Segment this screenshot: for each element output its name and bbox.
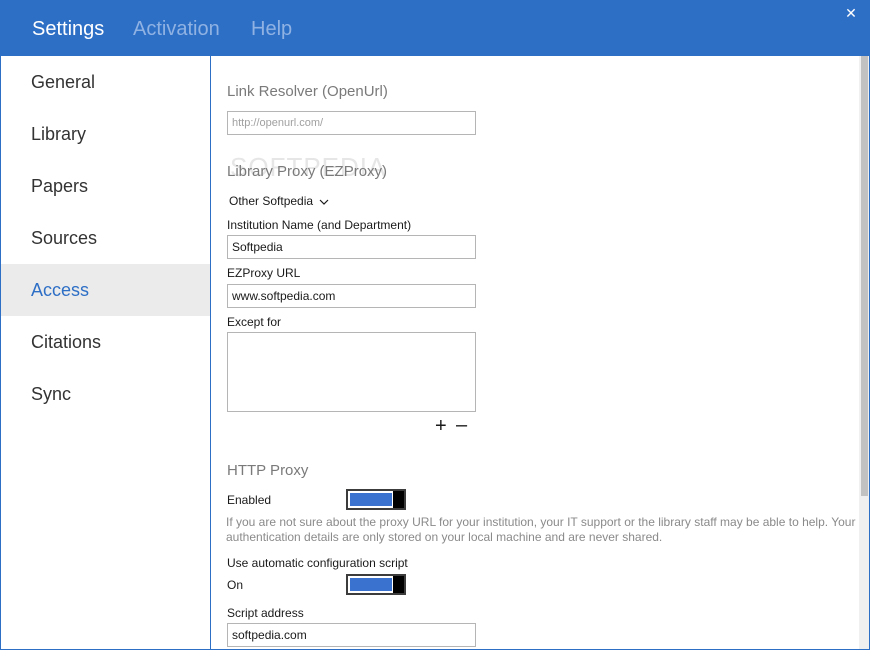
on-label: On [227,578,244,592]
sidebar-item-sync[interactable]: Sync [1,368,210,420]
scrollbar-thumb[interactable] [861,56,868,496]
enabled-label: Enabled [227,493,272,507]
access-settings-panel: Link Resolver (OpenUrl) http://openurl.c… [211,56,859,649]
institution-name-field[interactable]: Softpedia [227,235,476,259]
add-button[interactable]: + [435,416,447,436]
proxy-help-text: If you are not sure about the proxy URL … [226,515,856,544]
tab-help[interactable]: Help [251,18,292,41]
ezproxy-url-label: EZProxy URL [227,266,301,280]
toggle-knob [393,491,404,508]
script-address-label: Script address [227,606,304,620]
proxy-type-value: Other Softpedia [229,194,314,208]
vertical-scrollbar[interactable] [859,56,869,649]
close-icon[interactable]: ✕ [842,4,860,22]
library-proxy-title: Library Proxy (EZProxy) [227,163,388,180]
sidebar-item-general[interactable]: General [1,56,210,108]
toggle-fill [350,493,392,506]
sidebar: General Library Papers Sources Access Ci… [1,56,210,649]
proxy-type-dropdown[interactable]: Other Softpedia [229,194,329,208]
sidebar-item-sources[interactable]: Sources [1,212,210,264]
except-for-label: Except for [227,315,282,329]
http-proxy-toggle[interactable] [346,489,406,510]
chevron-down-icon [319,199,329,205]
auto-config-toggle[interactable] [346,574,406,595]
openurl-input[interactable]: http://openurl.com/ [227,111,476,135]
link-resolver-title: Link Resolver (OpenUrl) [227,83,388,100]
toggle-knob [393,576,404,593]
sidebar-item-access[interactable]: Access [1,264,210,316]
sidebar-item-citations[interactable]: Citations [1,316,210,368]
sidebar-item-library[interactable]: Library [1,108,210,160]
http-proxy-title: HTTP Proxy [227,462,309,479]
toggle-fill [350,578,392,591]
ezproxy-url-field[interactable]: www.softpedia.com [227,284,476,308]
except-for-textarea[interactable] [227,332,476,412]
remove-button[interactable]: – [456,415,467,435]
institution-name-label: Institution Name (and Department) [227,218,412,232]
title-bar: Settings Activation Help ✕ [0,0,870,56]
tab-settings[interactable]: Settings [32,18,104,41]
sidebar-item-papers[interactable]: Papers [1,160,210,212]
auto-config-label: Use automatic configuration script [227,556,408,570]
tab-activation[interactable]: Activation [133,18,220,41]
script-address-field[interactable]: softpedia.com [227,623,476,647]
